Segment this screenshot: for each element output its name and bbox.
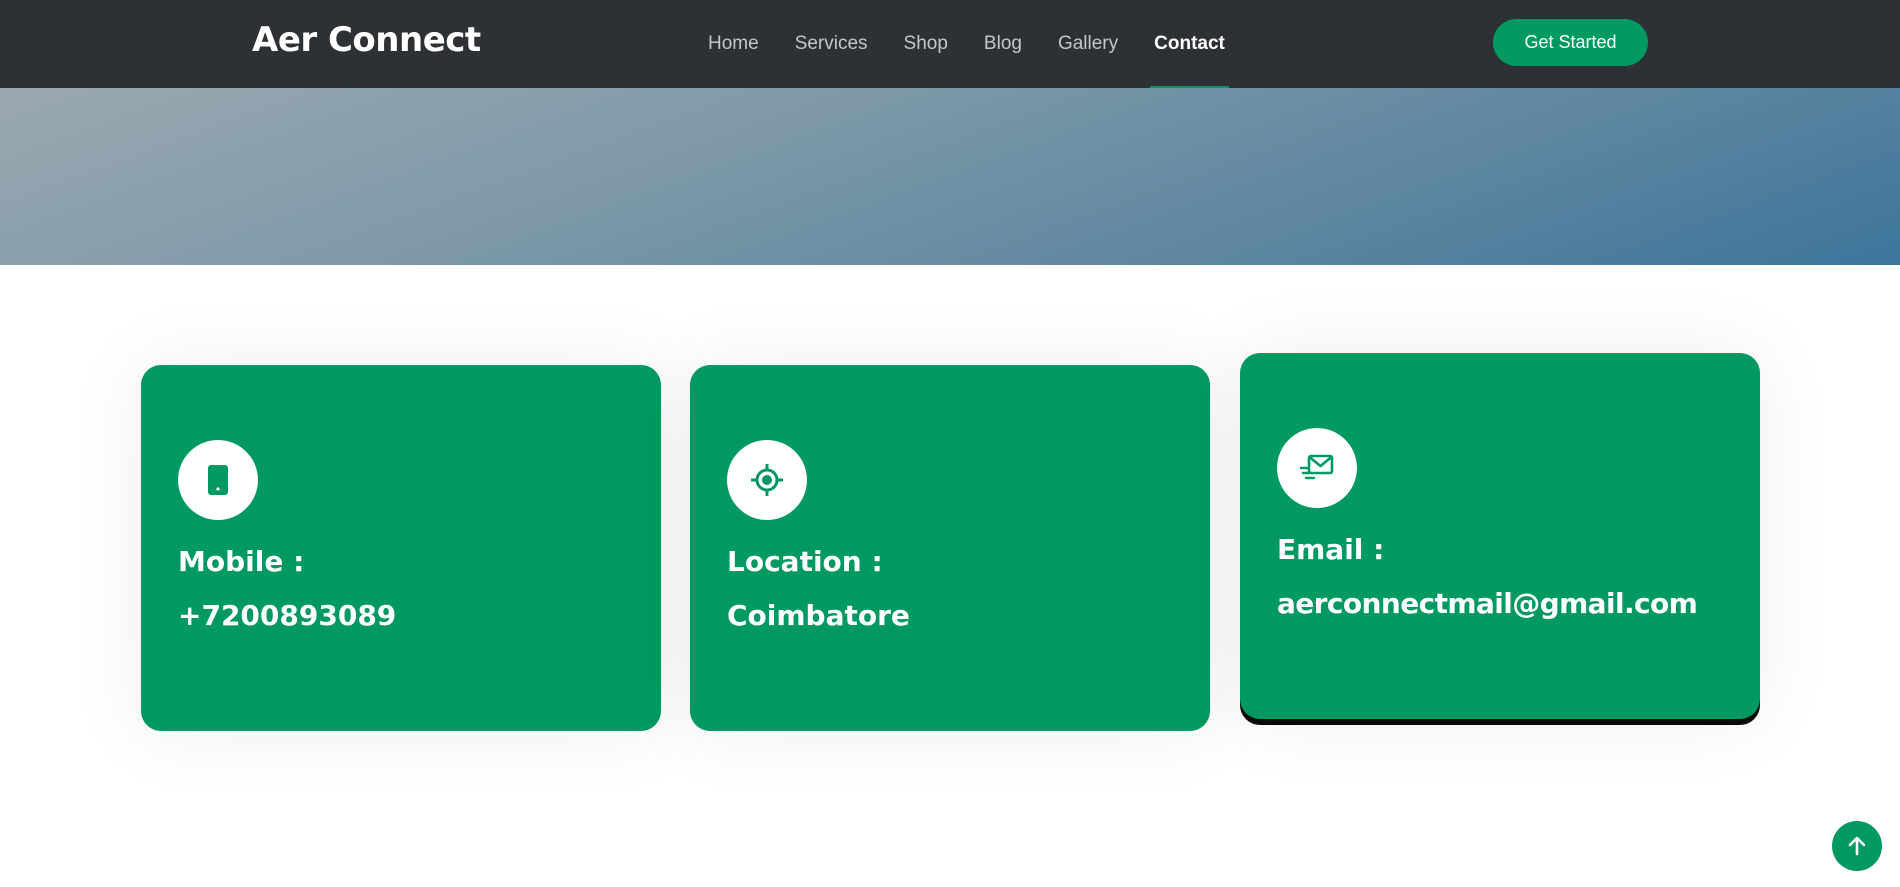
crosshair-icon — [727, 440, 807, 520]
hero-banner — [0, 88, 1900, 265]
contact-card-email: Email : aerconnectmail@gmail.com — [1240, 353, 1760, 719]
nav-shop[interactable]: Shop — [886, 0, 966, 88]
arrow-up-icon — [1848, 836, 1866, 856]
main-nav: Home Services Shop Blog Gallery Contact — [690, 0, 1243, 88]
contact-cards-section: Mobile : +7200893089 Location : Coimbato… — [0, 265, 1900, 887]
navbar: Aer Connect Home Services Shop Blog Gall… — [0, 0, 1900, 88]
get-started-button[interactable]: Get Started — [1493, 19, 1648, 66]
nav-services[interactable]: Services — [777, 0, 886, 88]
contact-card-mobile: Mobile : +7200893089 — [141, 365, 661, 731]
scroll-to-top-button[interactable] — [1832, 821, 1882, 871]
phone-icon — [178, 440, 258, 520]
email-address[interactable]: aerconnectmail@gmail.com — [1277, 587, 1698, 620]
card-label: Email : — [1277, 533, 1385, 566]
card-label: Location : — [727, 545, 883, 578]
phone-number[interactable]: +7200893089 — [178, 599, 396, 632]
brand-logo[interactable]: Aer Connect — [252, 20, 481, 60]
nav-blog[interactable]: Blog — [966, 0, 1040, 88]
nav-home[interactable]: Home — [690, 0, 777, 88]
mail-icon — [1277, 428, 1357, 508]
nav-contact[interactable]: Contact — [1136, 0, 1243, 88]
card-label: Mobile : — [178, 545, 305, 578]
contact-card-location: Location : Coimbatore — [690, 365, 1210, 731]
nav-gallery[interactable]: Gallery — [1040, 0, 1136, 88]
location-value: Coimbatore — [727, 599, 910, 632]
